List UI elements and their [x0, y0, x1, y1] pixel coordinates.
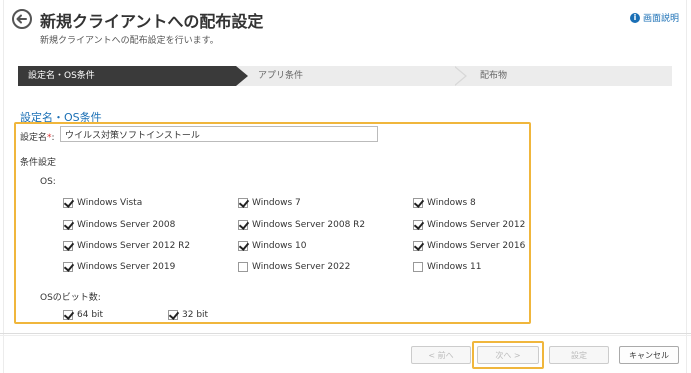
os-option-windows-7[interactable]: Windows 7 [238, 198, 301, 208]
os-option-label: Windows Server 2012 [427, 220, 526, 230]
help-label: 画面説明 [642, 14, 679, 24]
right-edge [686, 0, 687, 373]
os-option-windows-vista[interactable]: Windows Vista [63, 198, 142, 208]
checkbox[interactable] [413, 262, 423, 272]
os-option-label: Windows Server 2019 [77, 262, 176, 272]
step-arrow [453, 66, 465, 86]
os-option-windows-server-2019[interactable]: Windows Server 2019 [63, 262, 175, 272]
os-option-windows-server-2022[interactable]: Windows Server 2022 [238, 262, 350, 272]
os-option-windows-8[interactable]: Windows 8 [413, 198, 476, 208]
bit-option-label: 32 bit [182, 310, 209, 320]
checkbox[interactable] [238, 262, 248, 272]
os-option-label: Windows 7 [252, 198, 301, 208]
checkbox[interactable] [413, 241, 423, 251]
checkbox[interactable] [63, 220, 73, 230]
checkbox[interactable] [413, 198, 423, 208]
info-icon: i [629, 12, 640, 23]
os-option-windows-server-2008[interactable]: Windows Server 2008 [63, 220, 175, 230]
os-option-windows-server-2008-r2[interactable]: Windows Server 2008 R2 [238, 220, 365, 230]
os-option-windows-server-2012[interactable]: Windows Server 2012 [413, 220, 525, 230]
footer-divider [0, 333, 691, 334]
page-subtitle: 新規クライアントへの配布設定を行います。 [40, 36, 219, 46]
checkbox[interactable] [63, 310, 73, 320]
checkbox[interactable] [63, 241, 73, 251]
page-title: 新規クライアントへの配布設定 [40, 12, 264, 31]
prev-button[interactable]: < 前へ [411, 346, 471, 364]
os-option-windows-11[interactable]: Windows 11 [413, 262, 482, 272]
step-arrow [236, 66, 248, 86]
bit-option-32[interactable]: 32 bit [168, 310, 208, 320]
os-option-windows-server-2012-r2[interactable]: Windows Server 2012 R2 [63, 241, 190, 251]
os-option-label: Windows 11 [427, 262, 482, 272]
name-label-text: 設定名 [20, 133, 48, 143]
step-3: 配布物 [480, 71, 508, 81]
checkbox[interactable] [238, 241, 248, 251]
os-option-label: Windows 8 [427, 198, 476, 208]
checkbox[interactable] [63, 262, 73, 272]
os-option-label: Windows Server 2012 R2 [77, 241, 191, 251]
os-option-windows-10[interactable]: Windows 10 [238, 241, 307, 251]
os-option-label: Windows Server 2008 [77, 220, 176, 230]
checkbox[interactable] [413, 220, 423, 230]
help-link[interactable]: i 画面説明 [629, 11, 679, 24]
next-button[interactable]: 次へ > [477, 346, 539, 364]
bit-option-64[interactable]: 64 bit [63, 310, 103, 320]
checkbox[interactable] [63, 198, 73, 208]
os-option-windows-server-2016[interactable]: Windows Server 2016 [413, 241, 525, 251]
bit-option-label: 64 bit [77, 310, 104, 320]
checkbox[interactable] [238, 198, 248, 208]
name-label: 設定名*: [20, 130, 55, 143]
arrow-left-icon [16, 14, 27, 24]
checkbox[interactable] [238, 220, 248, 230]
cancel-button[interactable]: キャンセル [619, 346, 679, 364]
os-option-label: Windows Server 2022 [252, 262, 351, 272]
step-bar: 設定名・OS条件 アプリ条件 配布物 [18, 66, 672, 86]
bit-label: OSのビット数: [40, 293, 101, 303]
os-option-label: Windows Server 2008 R2 [252, 220, 366, 230]
name-input[interactable] [60, 126, 378, 142]
name-colon: : [51, 133, 55, 143]
left-edge [3, 0, 4, 373]
back-button[interactable] [12, 9, 32, 29]
os-option-label: Windows Vista [77, 198, 143, 208]
os-option-label: Windows Server 2016 [427, 241, 526, 251]
os-label: OS: [40, 177, 56, 187]
conditions-label: 条件設定 [20, 158, 57, 168]
footer-divider [0, 335, 691, 336]
settings-button[interactable]: 設定 [549, 346, 609, 364]
step-1: 設定名・OS条件 [18, 66, 236, 86]
os-option-label: Windows 10 [252, 241, 307, 251]
step-2: アプリ条件 [258, 71, 304, 81]
checkbox[interactable] [168, 310, 178, 320]
